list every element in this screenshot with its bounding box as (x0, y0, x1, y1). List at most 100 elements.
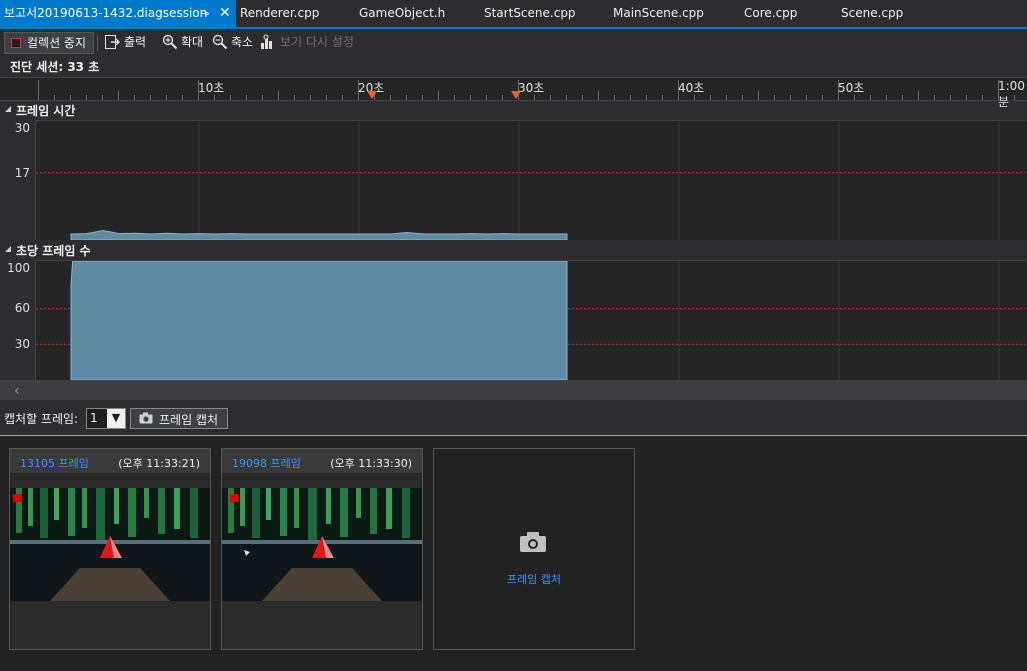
output-icon (105, 35, 120, 49)
fps-ytick-100: 100 (7, 261, 30, 275)
session-duration: 진단 세션: 33 초 (10, 60, 100, 74)
camera-icon (139, 412, 153, 424)
ruler-tick (982, 95, 983, 100)
series-area (70, 261, 568, 380)
collapse-triangle-icon[interactable] (5, 106, 11, 112)
frame-time-ytick-30: 30 (14, 121, 30, 135)
ruler-tick (918, 91, 919, 100)
output-button[interactable]: 출력 (104, 32, 152, 52)
captured-frame-card[interactable]: 19098 프레임 (오후 11:33:30) (221, 448, 423, 650)
capture-count-select[interactable]: 1 ▼ (86, 408, 126, 429)
ruler-tick (326, 95, 327, 100)
ruler-tick (598, 91, 599, 100)
ruler-tick (502, 95, 503, 100)
ruler-tick (630, 95, 631, 100)
ruler-tick (262, 95, 263, 100)
capture-frame-button[interactable]: 프레임 캡처 (130, 408, 228, 429)
reset-view-button[interactable]: 보기 다시 설정 (260, 32, 364, 52)
ruler-label-10s: 10초 (198, 81, 225, 95)
ruler-tick (758, 91, 759, 100)
ruler-tick (822, 95, 823, 100)
capture-count-label: 캡처할 프레임: (4, 412, 79, 426)
ruler-tick (134, 95, 135, 100)
ruler-tick (726, 95, 727, 100)
ruler-tick (870, 95, 871, 100)
capture-marker-icon[interactable] (511, 91, 521, 99)
zoom-out-button[interactable]: 축소 (212, 32, 258, 52)
frame-time-chart[interactable] (35, 120, 1027, 240)
capture-button-label: 프레임 캡처 (159, 413, 219, 427)
timeline-ruler[interactable]: 10초 20초 30초 40초 50초 1:00분 (0, 77, 1027, 109)
ruler-tick (566, 95, 567, 100)
chevron-down-icon[interactable]: ▼ (107, 409, 125, 428)
tab-startscene[interactable]: StartScene.cpp (484, 0, 576, 27)
ruler-label-50s: 50초 (838, 81, 865, 95)
horizontal-scrollbar[interactable]: ‹ (0, 380, 1027, 400)
ruler-tick (950, 95, 951, 100)
frame-thumbnail[interactable] (10, 488, 210, 601)
ruler-tick (454, 95, 455, 100)
ruler-tick (966, 95, 967, 100)
tab-core[interactable]: Core.cpp (744, 0, 797, 27)
ruler-label-40s: 40초 (678, 81, 705, 95)
tab-label: 보고서20190613-1432.diagsession (4, 6, 208, 20)
collapse-triangle-icon[interactable] (5, 246, 11, 252)
ruler-label-30s: 30초 (518, 81, 545, 95)
fps-ytick-30: 30 (14, 337, 30, 351)
ruler-tick (614, 95, 615, 100)
frame-link[interactable]: 13105 프레임 (20, 455, 89, 471)
scroll-left-icon[interactable]: ‹ (14, 383, 20, 399)
stop-label: 컬렉션 중지 (27, 36, 87, 50)
ruler-tick (182, 95, 183, 100)
ruler-tick (486, 95, 487, 100)
captured-frames-area: 13105 프레임 (오후 11:33:21) 19098 프레임 (오후 11… (0, 437, 1027, 671)
ruler-tick (38, 80, 39, 100)
close-icon[interactable]: ✕ (219, 0, 231, 27)
capture-bar: 캡처할 프레임: 1 ▼ 프레임 캡처 (0, 401, 1027, 436)
capture-frame-card[interactable]: 프레임 캡처 (433, 448, 635, 650)
tab-scene[interactable]: Scene.cpp (841, 0, 903, 27)
zoom-in-button[interactable]: 확대 (162, 32, 208, 52)
capture-count-value: 1 (90, 411, 98, 425)
tab-mainscene[interactable]: MainScene.cpp (613, 0, 704, 27)
ruler-tick (934, 95, 935, 100)
ruler-tick (390, 95, 391, 100)
zoom-out-label: 축소 (231, 35, 254, 49)
reset-view-label: 보기 다시 설정 (280, 35, 354, 49)
ruler-tick (790, 95, 791, 100)
frame-link[interactable]: 19098 프레임 (232, 455, 301, 471)
frame-card-header: 13105 프레임 (오후 11:33:21) (10, 449, 210, 473)
ruler-tick (550, 95, 551, 100)
ruler-tick (86, 95, 87, 100)
captured-frame-card[interactable]: 13105 프레임 (오후 11:33:21) (9, 448, 211, 650)
fps-plot (36, 261, 1027, 380)
stop-collection-button[interactable]: 컬렉션 중지 (4, 32, 94, 54)
pin-icon[interactable]: ⊸ (200, 0, 209, 27)
fps-header[interactable]: 초당 프레임 수 (0, 241, 1027, 259)
frame-thumbnail[interactable] (222, 488, 422, 601)
zoom-in-label: 확대 (181, 35, 204, 49)
frame-time-title: 프레임 시간 (16, 104, 76, 118)
ruler-tick (150, 95, 151, 100)
ruler-tick (886, 95, 887, 100)
frame-time-header[interactable]: 프레임 시간 (0, 101, 1027, 119)
frame-time: (오후 11:33:30) (330, 457, 412, 470)
tab-renderer[interactable]: Renderer.cpp (240, 0, 319, 27)
tab-diagsession[interactable]: 보고서20190613-1432.diagsession ⊸ ✕ (0, 0, 236, 27)
output-label: 출력 (124, 35, 147, 49)
capture-marker-icon[interactable] (367, 91, 377, 99)
fps-ytick-60: 60 (14, 301, 30, 315)
fps-chart[interactable] (35, 260, 1027, 380)
ruler-tick (310, 95, 311, 100)
ruler-tick (710, 95, 711, 100)
ruler-tick (806, 95, 807, 100)
ruler-tick (902, 95, 903, 100)
zoom-out-icon (212, 34, 228, 50)
ruler-tick (246, 95, 247, 100)
ruler-tick (582, 95, 583, 100)
ruler-tick (278, 91, 279, 100)
ruler-tick (54, 95, 55, 100)
ruler-tick (118, 91, 119, 100)
tab-gameobject[interactable]: GameObject.h (359, 0, 445, 27)
ruler-tick (422, 95, 423, 100)
